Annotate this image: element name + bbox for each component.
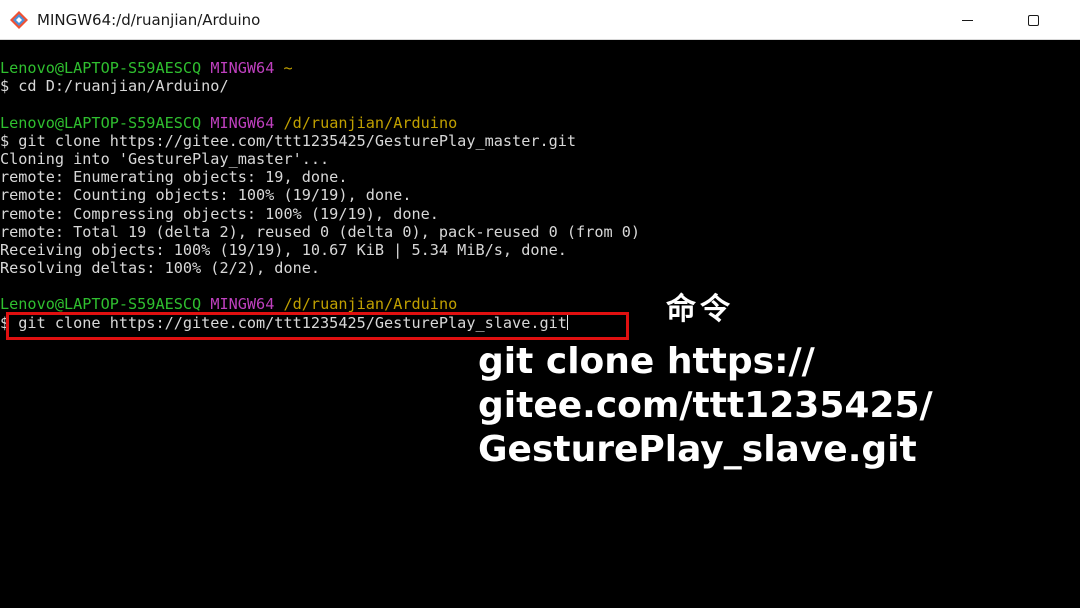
terminal-line: remote: Enumerating objects: 19, done. bbox=[0, 168, 1080, 186]
annotation-command-line: gitee.com/ttt1235425/ bbox=[478, 385, 933, 426]
maximize-icon bbox=[1027, 14, 1039, 26]
terminal-line: remote: Compressing objects: 100% (19/19… bbox=[0, 205, 1080, 223]
git-bash-icon bbox=[10, 11, 28, 29]
terminal-line: $ cd D:/ruanjian/Arduino/ bbox=[0, 77, 1080, 95]
maximize-button[interactable] bbox=[1010, 0, 1056, 40]
terminal-text: $ cd D:/ruanjian/Arduino/ bbox=[0, 77, 229, 96]
highlight-box bbox=[6, 312, 629, 340]
annotation-heading: 命令 bbox=[666, 292, 734, 327]
terminal-text: $ git clone https://gitee.com/ttt1235425… bbox=[0, 131, 577, 150]
terminal-window: MINGW64:/d/ruanjian/Arduino Lenovo@LAPTO… bbox=[0, 0, 1080, 608]
terminal-text: Receiving objects: 100% (19/19), 10.67 K… bbox=[0, 240, 567, 259]
prompt-shell: MINGW64 bbox=[210, 59, 275, 77]
terminal-line: Lenovo@LAPTOP-S59AESCQ MINGW64 /d/ruanji… bbox=[0, 114, 1080, 132]
terminal-line: $ git clone https://gitee.com/ttt1235425… bbox=[0, 132, 1080, 150]
terminal-text: remote: Total 19 (delta 2), reused 0 (de… bbox=[0, 222, 641, 241]
prompt-path: /d/ruanjian/Arduino bbox=[283, 295, 458, 314]
prompt-path: ~ bbox=[283, 59, 293, 77]
prompt-path: /d/ruanjian/Arduino bbox=[283, 113, 458, 132]
terminal-line: Cloning into 'GesturePlay_master'... bbox=[0, 150, 1080, 168]
terminal-line: remote: Total 19 (delta 2), reused 0 (de… bbox=[0, 223, 1080, 241]
terminal-text: Cloning into 'GesturePlay_master'... bbox=[0, 149, 330, 168]
terminal-line: Lenovo@LAPTOP-S59AESCQ MINGW64 ~ bbox=[0, 59, 1080, 77]
prompt-user: Lenovo@LAPTOP-S59AESCQ bbox=[0, 113, 202, 132]
terminal-line: Lenovo@LAPTOP-S59AESCQ MINGW64 /d/ruanji… bbox=[0, 295, 1080, 313]
minimize-button[interactable] bbox=[944, 0, 990, 40]
terminal-output[interactable]: Lenovo@LAPTOP-S59AESCQ MINGW64 ~ $ cd D:/… bbox=[0, 59, 1080, 332]
window-title: MINGW64:/d/ruanjian/Arduino bbox=[37, 11, 261, 29]
terminal-line: Receiving objects: 100% (19/19), 10.67 K… bbox=[0, 241, 1080, 259]
minimize-icon bbox=[961, 19, 973, 21]
terminal-text: remote: Counting objects: 100% (19/19), … bbox=[0, 186, 412, 205]
annotation-command-line: GesturePlay_slave.git bbox=[478, 429, 917, 470]
terminal-text: remote: Enumerating objects: 19, done. bbox=[0, 168, 348, 187]
annotation-command: git clone https:// gitee.com/ttt1235425/… bbox=[478, 340, 998, 472]
terminal-line: Resolving deltas: 100% (2/2), done. bbox=[0, 259, 1080, 277]
prompt-shell: MINGW64 bbox=[210, 295, 275, 314]
prompt-user: Lenovo@LAPTOP-S59AESCQ bbox=[0, 295, 202, 314]
annotation-command-line: git clone https:// bbox=[478, 341, 815, 382]
prompt-user: Lenovo@LAPTOP-S59AESCQ bbox=[0, 59, 202, 77]
terminal-line: remote: Counting objects: 100% (19/19), … bbox=[0, 186, 1080, 204]
prompt-shell: MINGW64 bbox=[210, 113, 275, 132]
terminal-text: remote: Compressing objects: 100% (19/19… bbox=[0, 204, 439, 223]
terminal-text: Resolving deltas: 100% (2/2), done. bbox=[0, 259, 321, 278]
title-bar[interactable]: MINGW64:/d/ruanjian/Arduino bbox=[0, 0, 1080, 40]
